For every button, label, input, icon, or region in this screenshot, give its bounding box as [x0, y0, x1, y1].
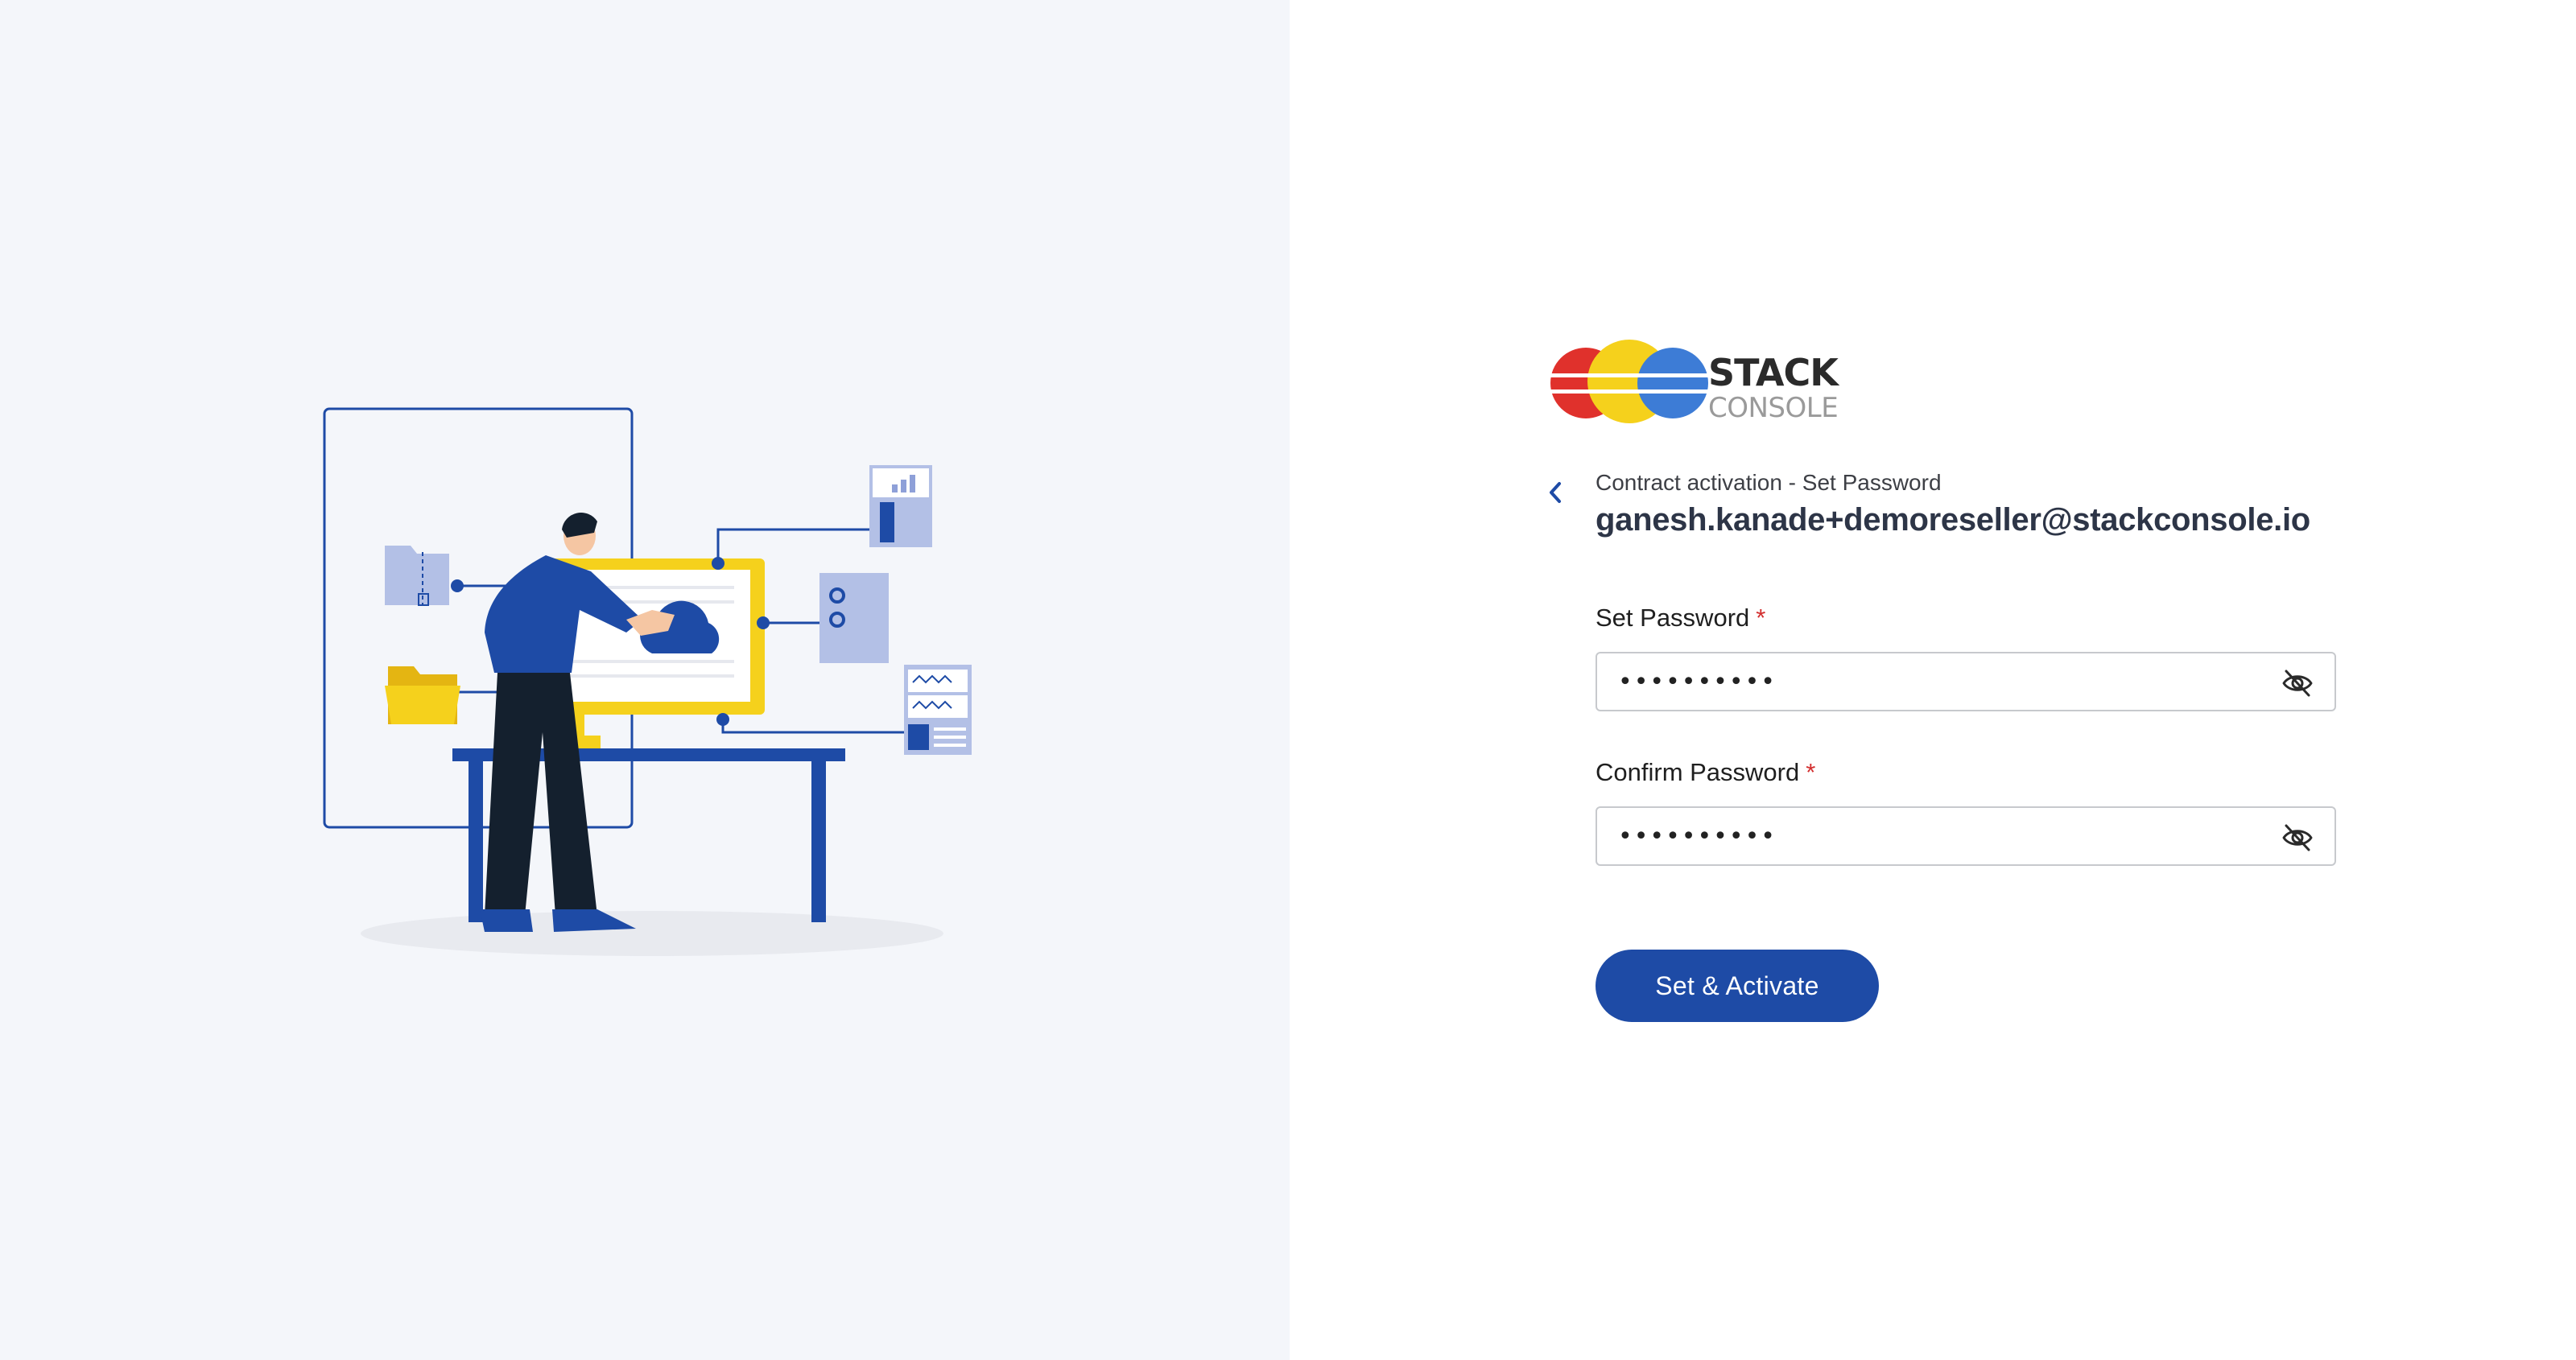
required-marker: *: [1756, 604, 1766, 632]
set-password-input[interactable]: [1618, 653, 2246, 710]
confirm-password-label: Confirm Password *: [1596, 758, 1815, 787]
chevron-left-icon: [1550, 482, 1561, 503]
account-email: ganesh.kanade+demoreseller@stackconsole.…: [1596, 502, 2310, 538]
confirm-password-field: [1596, 806, 2336, 866]
logo-wordmark: STACK CONSOLE: [1708, 351, 1839, 424]
eye-off-icon[interactable]: [2281, 822, 2314, 854]
set-password-label: Set Password *: [1596, 604, 1765, 633]
required-marker: *: [1806, 758, 1816, 786]
set-password-label-text: Set Password: [1596, 604, 1750, 632]
logo-word-stack: STACK: [1708, 351, 1839, 394]
set-activate-button[interactable]: Set & Activate: [1596, 950, 1879, 1022]
eye-off-icon[interactable]: [2281, 667, 2314, 699]
set-password-field: [1596, 652, 2336, 711]
cloud-workspace-illustration: [323, 407, 972, 956]
logo-word-console: CONSOLE: [1708, 392, 1839, 424]
confirm-password-input[interactable]: [1618, 808, 2246, 864]
back-button[interactable]: [1539, 476, 1571, 509]
confirm-password-label-text: Confirm Password: [1596, 758, 1800, 786]
page-subtitle: Contract activation - Set Password: [1596, 470, 1942, 495]
illustration-panel: [0, 0, 1290, 1360]
